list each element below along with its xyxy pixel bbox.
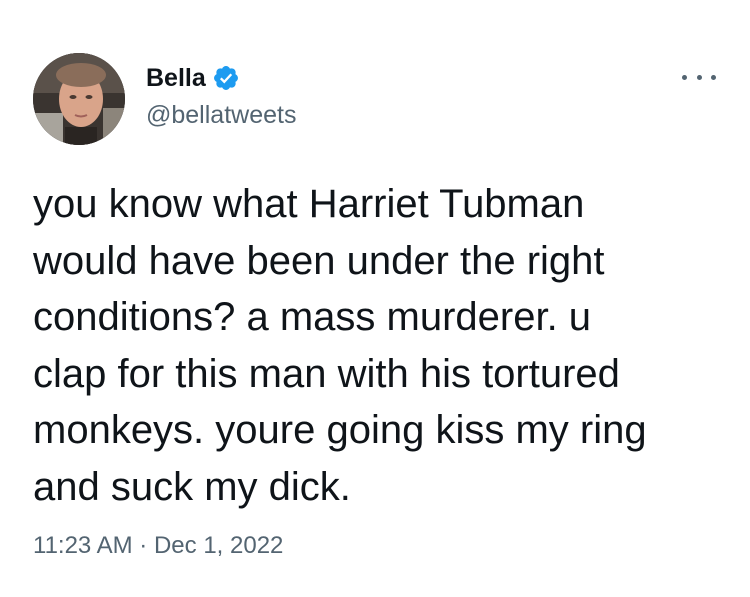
avatar-photo <box>33 53 125 145</box>
more-horizontal-icon[interactable] <box>682 70 716 84</box>
name-row: Bella <box>146 62 296 94</box>
tweet-date[interactable]: Dec 1, 2022 <box>154 532 283 559</box>
tweet-time[interactable]: 11:23 AM <box>33 532 133 559</box>
tweet-card: Bella @bellatweets you know what Harriet… <box>0 0 750 597</box>
more-dot <box>682 74 687 80</box>
avatar[interactable] <box>33 53 125 145</box>
display-name[interactable]: Bella <box>146 62 206 94</box>
tweet-text: you know what Harriet Tubman would have … <box>33 182 647 509</box>
timestamp: 11:23 AM · Dec 1, 2022 <box>33 530 283 562</box>
timestamp-separator: · <box>139 532 148 559</box>
more-dot <box>711 74 716 80</box>
more-dot <box>696 74 702 80</box>
author-block: Bella @bellatweets <box>146 62 296 130</box>
verified-badge-icon <box>212 64 240 92</box>
handle[interactable]: @bellatweets <box>146 100 296 130</box>
